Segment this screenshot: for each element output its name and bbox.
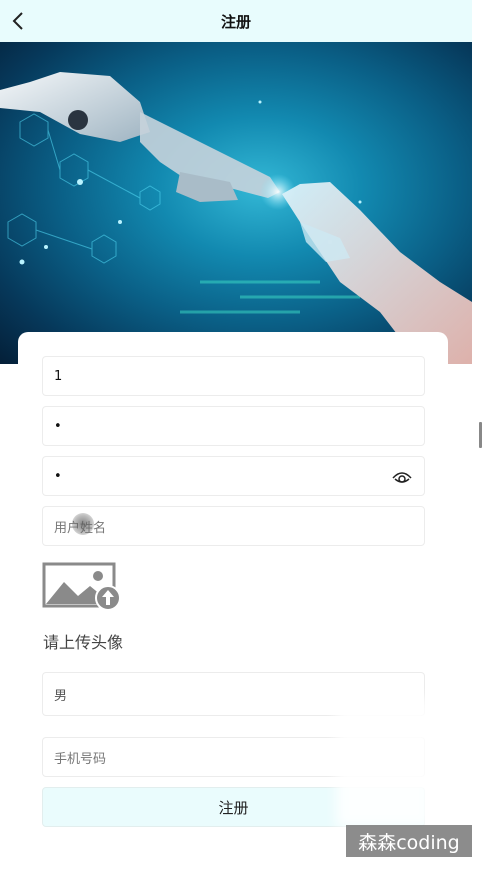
username-input[interactable]: 1 [42,356,425,396]
password-input[interactable]: • [42,406,425,446]
chevron-left-icon [12,12,23,30]
password-visibility-toggle[interactable] [392,467,412,487]
avatar-hint: 请上传头像 [43,633,124,652]
username-value: 1 [54,368,63,384]
back-button[interactable] [4,7,32,35]
confirm-password-value: • [54,468,62,484]
confirm-password-input[interactable]: • [42,456,425,496]
register-button-label: 注册 [218,798,249,817]
watermark-text: 森森coding [358,831,460,854]
floating-overlay [336,698,432,828]
phone-placeholder: 手机号码 [54,751,107,767]
hero-image [0,42,472,364]
touch-indicator [72,513,94,535]
password-value: • [54,418,62,434]
real-name-input[interactable]: 用户姓名 [42,506,425,546]
page-title: 注册 [220,12,251,31]
eye-icon [392,472,412,483]
gender-value: 男 [54,688,68,704]
image-upload-icon [42,562,121,611]
nav-bar: 注册 [0,0,472,42]
watermark: 森森coding [346,825,472,857]
avatar-upload-button[interactable] [42,562,122,611]
